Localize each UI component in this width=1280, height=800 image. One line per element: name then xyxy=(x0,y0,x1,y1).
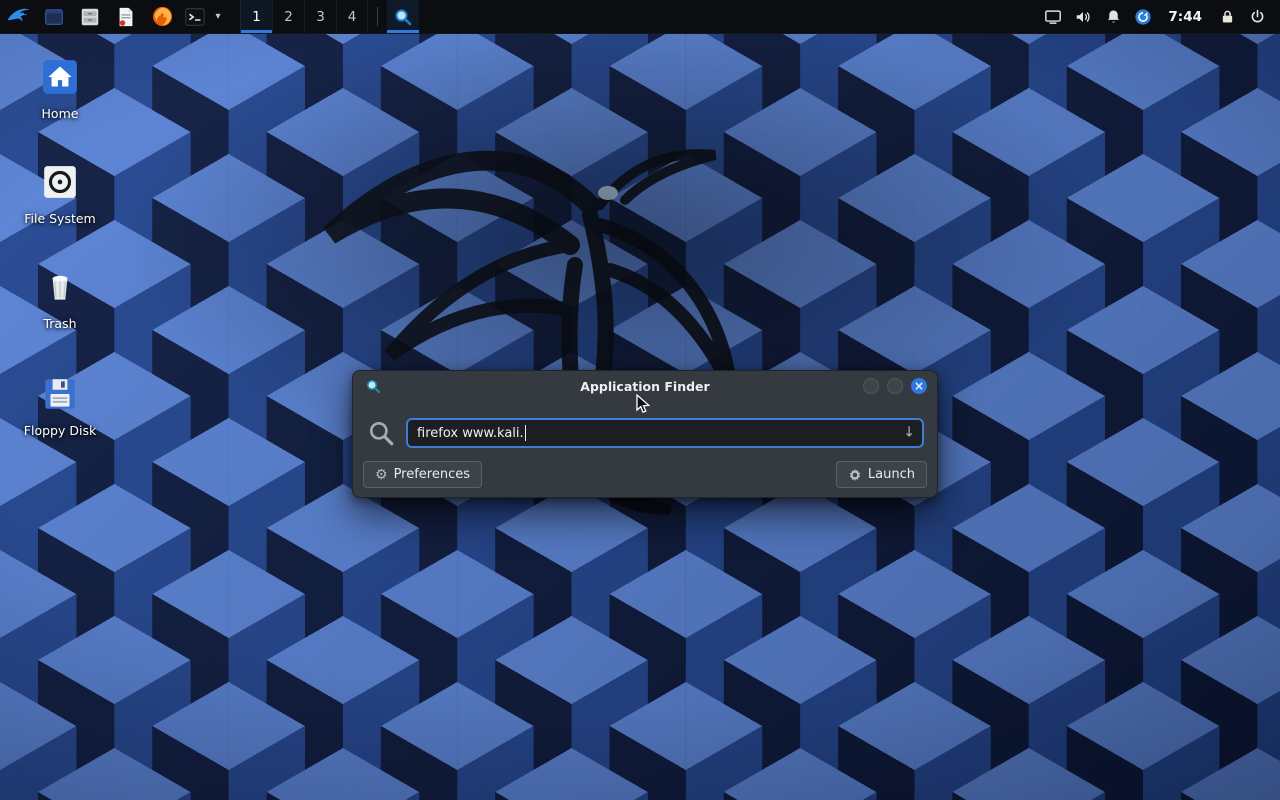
workspace-2[interactable]: 2 xyxy=(272,0,304,33)
window-buttons-launcher[interactable] xyxy=(36,0,72,33)
terminal-icon xyxy=(184,6,206,28)
kali-logo-icon xyxy=(5,4,31,30)
search-input[interactable]: firefox www.kali. ↓ xyxy=(406,418,924,448)
bell-icon xyxy=(1105,8,1122,25)
close-button[interactable]: × xyxy=(911,378,927,394)
text-editor-icon xyxy=(115,6,137,28)
file-system-icon xyxy=(41,163,79,201)
launch-icon xyxy=(848,468,862,482)
panel-tray: 7:44 xyxy=(1038,0,1280,33)
window-controls: × xyxy=(863,378,927,394)
window-title: Application Finder xyxy=(353,379,937,394)
preferences-button-label: Preferences xyxy=(394,467,470,482)
panel-separator xyxy=(377,7,378,26)
update-icon xyxy=(1134,8,1152,26)
window-magnifier-icon xyxy=(365,378,381,394)
dialog-buttons: ⚙ Preferences Launch xyxy=(363,461,927,488)
floppy-disk-icon xyxy=(41,375,79,413)
text-caret xyxy=(525,425,526,441)
lock-icon xyxy=(1219,8,1236,25)
firefox-launcher[interactable] xyxy=(144,0,180,33)
desktop-icon-file-system[interactable]: File System xyxy=(10,163,110,226)
history-dropdown-icon[interactable]: ↓ xyxy=(903,425,915,441)
application-finder-window: Application Finder × firefox www.kali. ↓ xyxy=(352,370,938,498)
desktop-icon-label: File System xyxy=(10,211,110,226)
power-icon xyxy=(1249,8,1266,25)
desktop-icon-trash[interactable]: Trash xyxy=(10,268,110,331)
desktop-icon-label: Home xyxy=(10,106,110,121)
volume-button[interactable] xyxy=(1068,0,1098,34)
file-manager-icon xyxy=(79,6,101,28)
launch-button[interactable]: Launch xyxy=(836,461,927,488)
workspace-4[interactable]: 4 xyxy=(336,0,368,33)
workspace-3[interactable]: 3 xyxy=(304,0,336,33)
desktop-icon-label: Trash xyxy=(10,316,110,331)
home-icon xyxy=(41,58,79,96)
gear-icon: ⚙ xyxy=(375,468,388,482)
launch-button-label: Launch xyxy=(868,467,915,482)
kali-menu-button[interactable] xyxy=(0,0,36,33)
firefox-icon xyxy=(151,5,174,28)
desktop-icon-label: Floppy Disk xyxy=(10,423,110,438)
application-finder-icon xyxy=(393,7,413,27)
preferences-button[interactable]: ⚙ Preferences xyxy=(363,461,482,488)
taskbar-application-finder[interactable] xyxy=(387,0,419,33)
display-settings-button[interactable] xyxy=(1038,0,1068,34)
mouse-cursor xyxy=(634,394,654,416)
window-icon xyxy=(43,6,65,28)
maximize-button[interactable] xyxy=(887,378,903,394)
power-button[interactable] xyxy=(1242,0,1272,34)
volume-icon xyxy=(1074,8,1092,26)
desktop-icon-floppy-disk[interactable]: Floppy Disk xyxy=(10,375,110,438)
top-panel: ▾ 1 2 3 4 xyxy=(0,0,1280,34)
notifications-button[interactable] xyxy=(1098,0,1128,34)
text-editor-launcher[interactable] xyxy=(108,0,144,33)
workspace-1[interactable]: 1 xyxy=(240,0,272,33)
search-input-value: firefox www.kali. xyxy=(417,426,524,441)
display-icon xyxy=(1044,8,1062,26)
workspace-switcher: 1 2 3 4 xyxy=(240,0,368,33)
search-icon xyxy=(367,419,395,447)
dragon-highlight xyxy=(598,186,618,200)
trash-icon xyxy=(41,268,79,306)
screen-lock-button[interactable] xyxy=(1212,0,1242,34)
chevron-down-icon: ▾ xyxy=(215,11,220,22)
terminal-launcher[interactable] xyxy=(180,0,210,33)
panel-clock[interactable]: 7:44 xyxy=(1158,9,1212,25)
desktop-screen: ▾ 1 2 3 4 xyxy=(0,0,1280,800)
terminal-dropdown-button[interactable]: ▾ xyxy=(210,0,226,33)
updates-button[interactable] xyxy=(1128,0,1158,34)
close-icon: × xyxy=(914,380,924,392)
minimize-button[interactable] xyxy=(863,378,879,394)
desktop-icon-home[interactable]: Home xyxy=(10,58,110,121)
file-manager-launcher[interactable] xyxy=(72,0,108,33)
search-row: firefox www.kali. ↓ xyxy=(367,417,924,449)
